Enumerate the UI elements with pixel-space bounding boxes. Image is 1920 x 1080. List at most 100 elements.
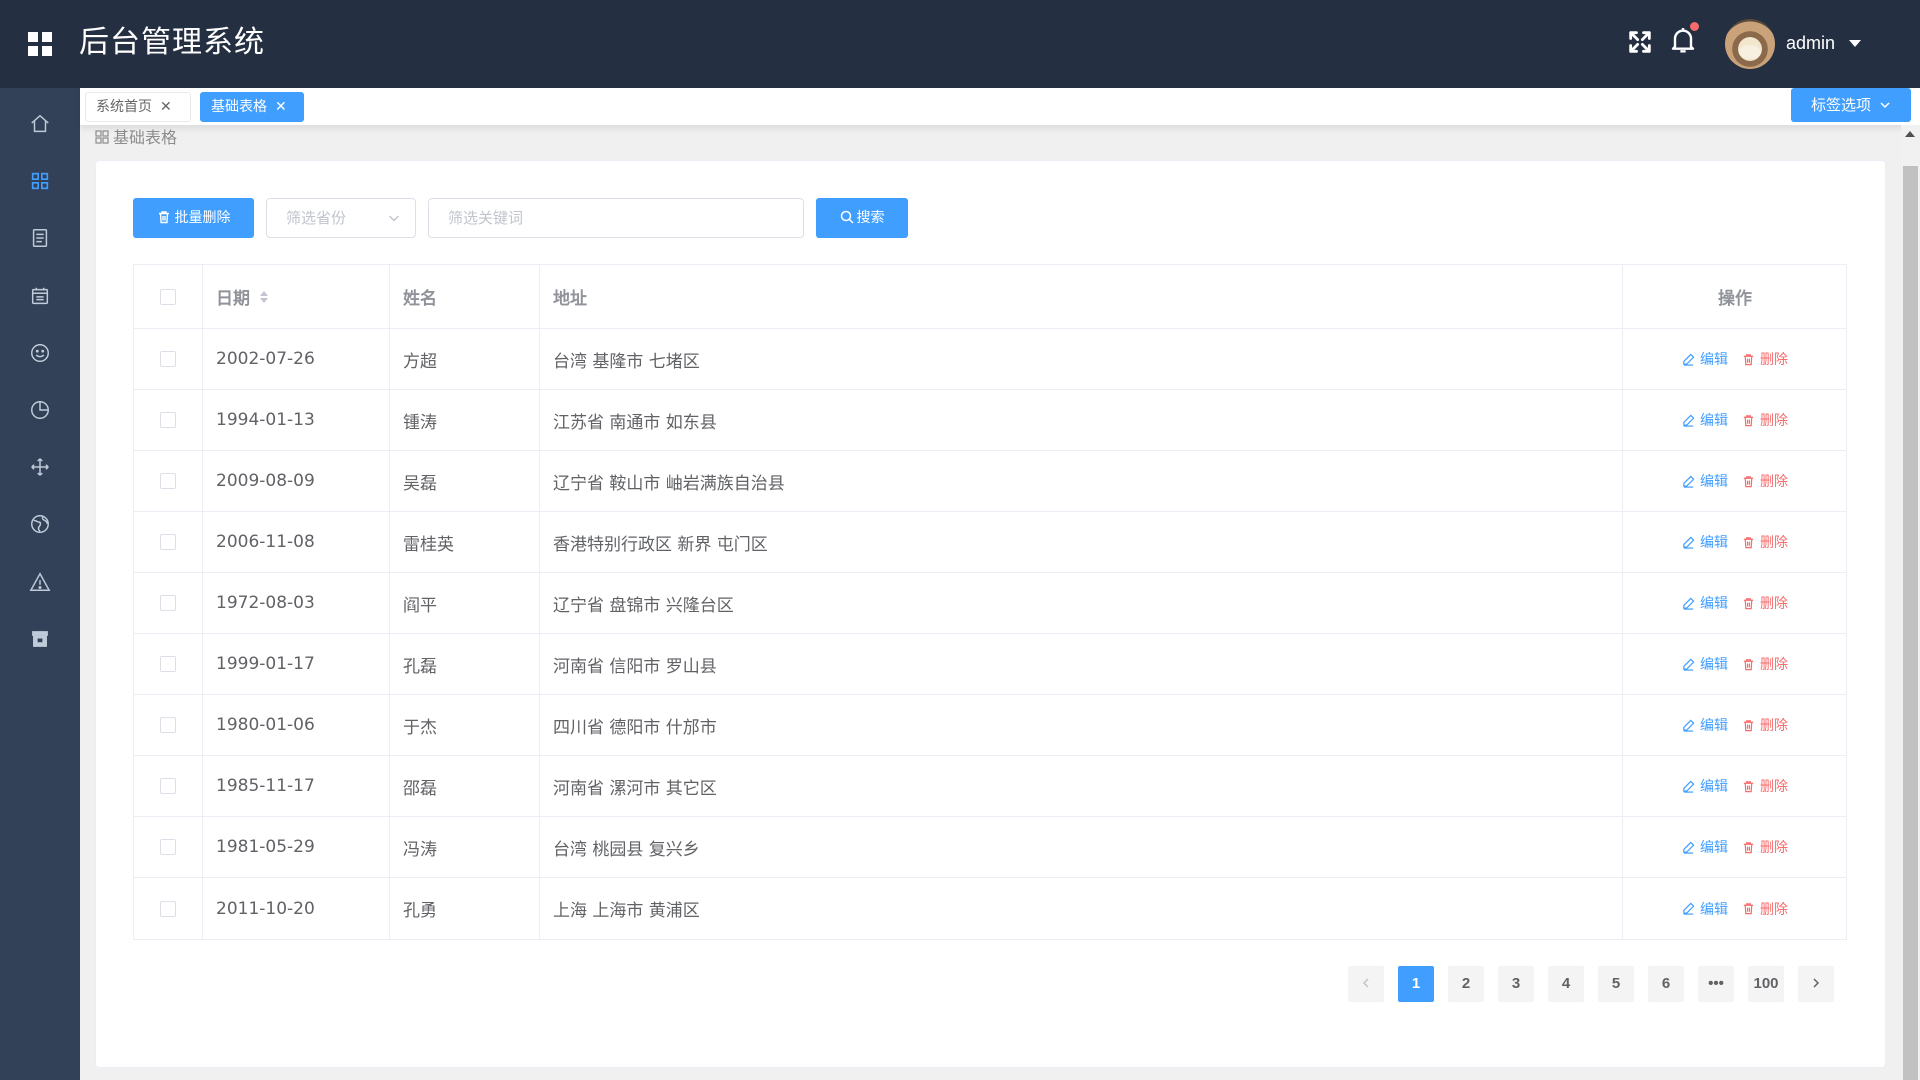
tag-options-label: 标签选项	[1811, 96, 1872, 114]
edit-button[interactable]: 编辑	[1682, 532, 1728, 552]
table-row: 1981-05-29 冯涛 台湾 桃园县 复兴乡 编辑 删除	[134, 817, 1846, 878]
tag-basic-table[interactable]: 基础表格 ✕	[200, 92, 304, 122]
edit-button[interactable]: 编辑	[1682, 471, 1728, 491]
sidebar-item-i18n[interactable]	[0, 496, 80, 552]
row-checkbox[interactable]	[160, 595, 176, 611]
page-button[interactable]: 5	[1598, 966, 1634, 1002]
cell-actions: 编辑 删除	[1623, 695, 1847, 755]
delete-button[interactable]: 删除	[1742, 715, 1788, 735]
next-page-button[interactable]	[1798, 966, 1834, 1002]
row-checkbox[interactable]	[160, 839, 176, 855]
delete-button[interactable]: 删除	[1742, 654, 1788, 674]
sidebar-item-tabs[interactable]	[0, 210, 80, 266]
grid-menu-icon[interactable]	[28, 32, 52, 56]
sidebar-item-table[interactable]	[0, 153, 80, 209]
page-button[interactable]: 2	[1448, 966, 1484, 1002]
delete-label: 删除	[1760, 718, 1788, 734]
cell-address: 四川省 德阳市 什邡市	[540, 695, 1623, 755]
sidebar-item-drag[interactable]	[0, 439, 80, 495]
tag-options-button[interactable]: 标签选项	[1791, 88, 1911, 122]
sidebar-item-home[interactable]	[0, 96, 80, 152]
delete-label: 删除	[1760, 596, 1788, 612]
table-row: 1972-08-03 阎平 辽宁省 盘锦市 兴隆台区 编辑 删除	[134, 573, 1846, 634]
delete-button[interactable]: 删除	[1742, 899, 1788, 919]
cell-address: 辽宁省 鞍山市 岫岩满族自治县	[540, 451, 1623, 511]
edit-button[interactable]: 编辑	[1682, 654, 1728, 674]
caret-down-icon[interactable]	[1849, 40, 1861, 47]
document-icon	[32, 229, 48, 247]
edit-button[interactable]: 编辑	[1682, 593, 1728, 613]
edit-icon	[1683, 902, 1695, 915]
sidebar-item-form[interactable]	[0, 268, 80, 324]
name-value: 雷桂英	[403, 534, 454, 555]
sidebar-item-icons[interactable]	[0, 325, 80, 381]
search-button[interactable]: 搜索	[816, 198, 908, 238]
close-icon[interactable]: ✕	[275, 99, 287, 115]
edit-icon	[1683, 719, 1695, 732]
delete-button[interactable]: 删除	[1742, 349, 1788, 369]
page-ellipsis-button[interactable]: •••	[1698, 966, 1734, 1002]
row-checkbox[interactable]	[160, 778, 176, 794]
row-checkbox[interactable]	[160, 900, 176, 917]
delete-button[interactable]: 删除	[1742, 410, 1788, 430]
cell-name: 阎平	[390, 573, 540, 633]
header-address-label: 地址	[553, 289, 587, 309]
home-icon	[31, 114, 49, 133]
sidebar-item-error[interactable]	[0, 554, 80, 610]
sidebar-item-donate[interactable]	[0, 611, 80, 667]
header-address: 地址	[540, 265, 1623, 328]
page-button[interactable]: 1	[1398, 966, 1434, 1002]
row-checkbox[interactable]	[160, 412, 176, 428]
delete-button[interactable]: 删除	[1742, 776, 1788, 796]
row-checkbox[interactable]	[160, 351, 176, 367]
edit-button[interactable]: 编辑	[1682, 349, 1728, 369]
edit-button[interactable]: 编辑	[1682, 776, 1728, 796]
trash-icon	[1743, 658, 1754, 670]
row-checkbox[interactable]	[160, 717, 176, 733]
header-date[interactable]: 日期	[203, 265, 390, 328]
delete-button[interactable]: 删除	[1742, 837, 1788, 857]
edit-button[interactable]: 编辑	[1682, 715, 1728, 735]
chevron-down-icon	[1880, 102, 1890, 109]
avatar[interactable]	[1725, 19, 1775, 69]
cell-name: 于杰	[390, 695, 540, 755]
cell-address: 台湾 基隆市 七堵区	[540, 329, 1623, 389]
edit-label: 编辑	[1700, 474, 1728, 490]
edit-button[interactable]: 编辑	[1682, 410, 1728, 430]
scroll-up-arrow[interactable]	[1905, 131, 1915, 137]
delete-label: 删除	[1760, 535, 1788, 551]
sort-icon[interactable]	[258, 289, 270, 305]
breadcrumb: 基础表格	[95, 127, 177, 149]
address-value: 江苏省 南通市 如东县	[553, 412, 717, 433]
cell-actions: 编辑 删除	[1623, 878, 1847, 939]
table-row: 1999-01-17 孔磊 河南省 信阳市 罗山县 编辑 删除	[134, 634, 1846, 695]
page-button[interactable]: 4	[1548, 966, 1584, 1002]
page-button[interactable]: 100	[1748, 966, 1784, 1002]
cell-address: 河南省 信阳市 罗山县	[540, 634, 1623, 694]
close-icon[interactable]: ✕	[160, 99, 172, 115]
delete-button[interactable]: 删除	[1742, 471, 1788, 491]
delete-button[interactable]: 删除	[1742, 593, 1788, 613]
edit-label: 编辑	[1700, 657, 1728, 673]
delete-button[interactable]: 删除	[1742, 532, 1788, 552]
page-button[interactable]: 3	[1498, 966, 1534, 1002]
fullscreen-icon[interactable]	[1626, 28, 1654, 56]
row-checkbox[interactable]	[160, 473, 176, 489]
page-button[interactable]: 6	[1648, 966, 1684, 1002]
username-dropdown[interactable]: admin	[1786, 30, 1835, 56]
prev-page-button[interactable]	[1348, 966, 1384, 1002]
keyword-input[interactable]	[428, 198, 804, 238]
tag-home[interactable]: 系统首页 ✕	[85, 92, 191, 122]
bulk-delete-button[interactable]: 批量删除	[133, 198, 254, 238]
row-checkbox[interactable]	[160, 534, 176, 550]
edit-button[interactable]: 编辑	[1682, 899, 1728, 919]
cell-date: 1994-01-13	[203, 390, 390, 450]
scrollbar-thumb[interactable]	[1903, 166, 1918, 1080]
header-action: 操作	[1623, 265, 1847, 328]
globe-icon	[31, 515, 49, 533]
row-checkbox[interactable]	[160, 656, 176, 672]
edit-button[interactable]: 编辑	[1682, 837, 1728, 857]
select-all-checkbox[interactable]	[160, 288, 176, 305]
sidebar-item-charts[interactable]	[0, 382, 80, 438]
cell-date: 1980-01-06	[203, 695, 390, 755]
